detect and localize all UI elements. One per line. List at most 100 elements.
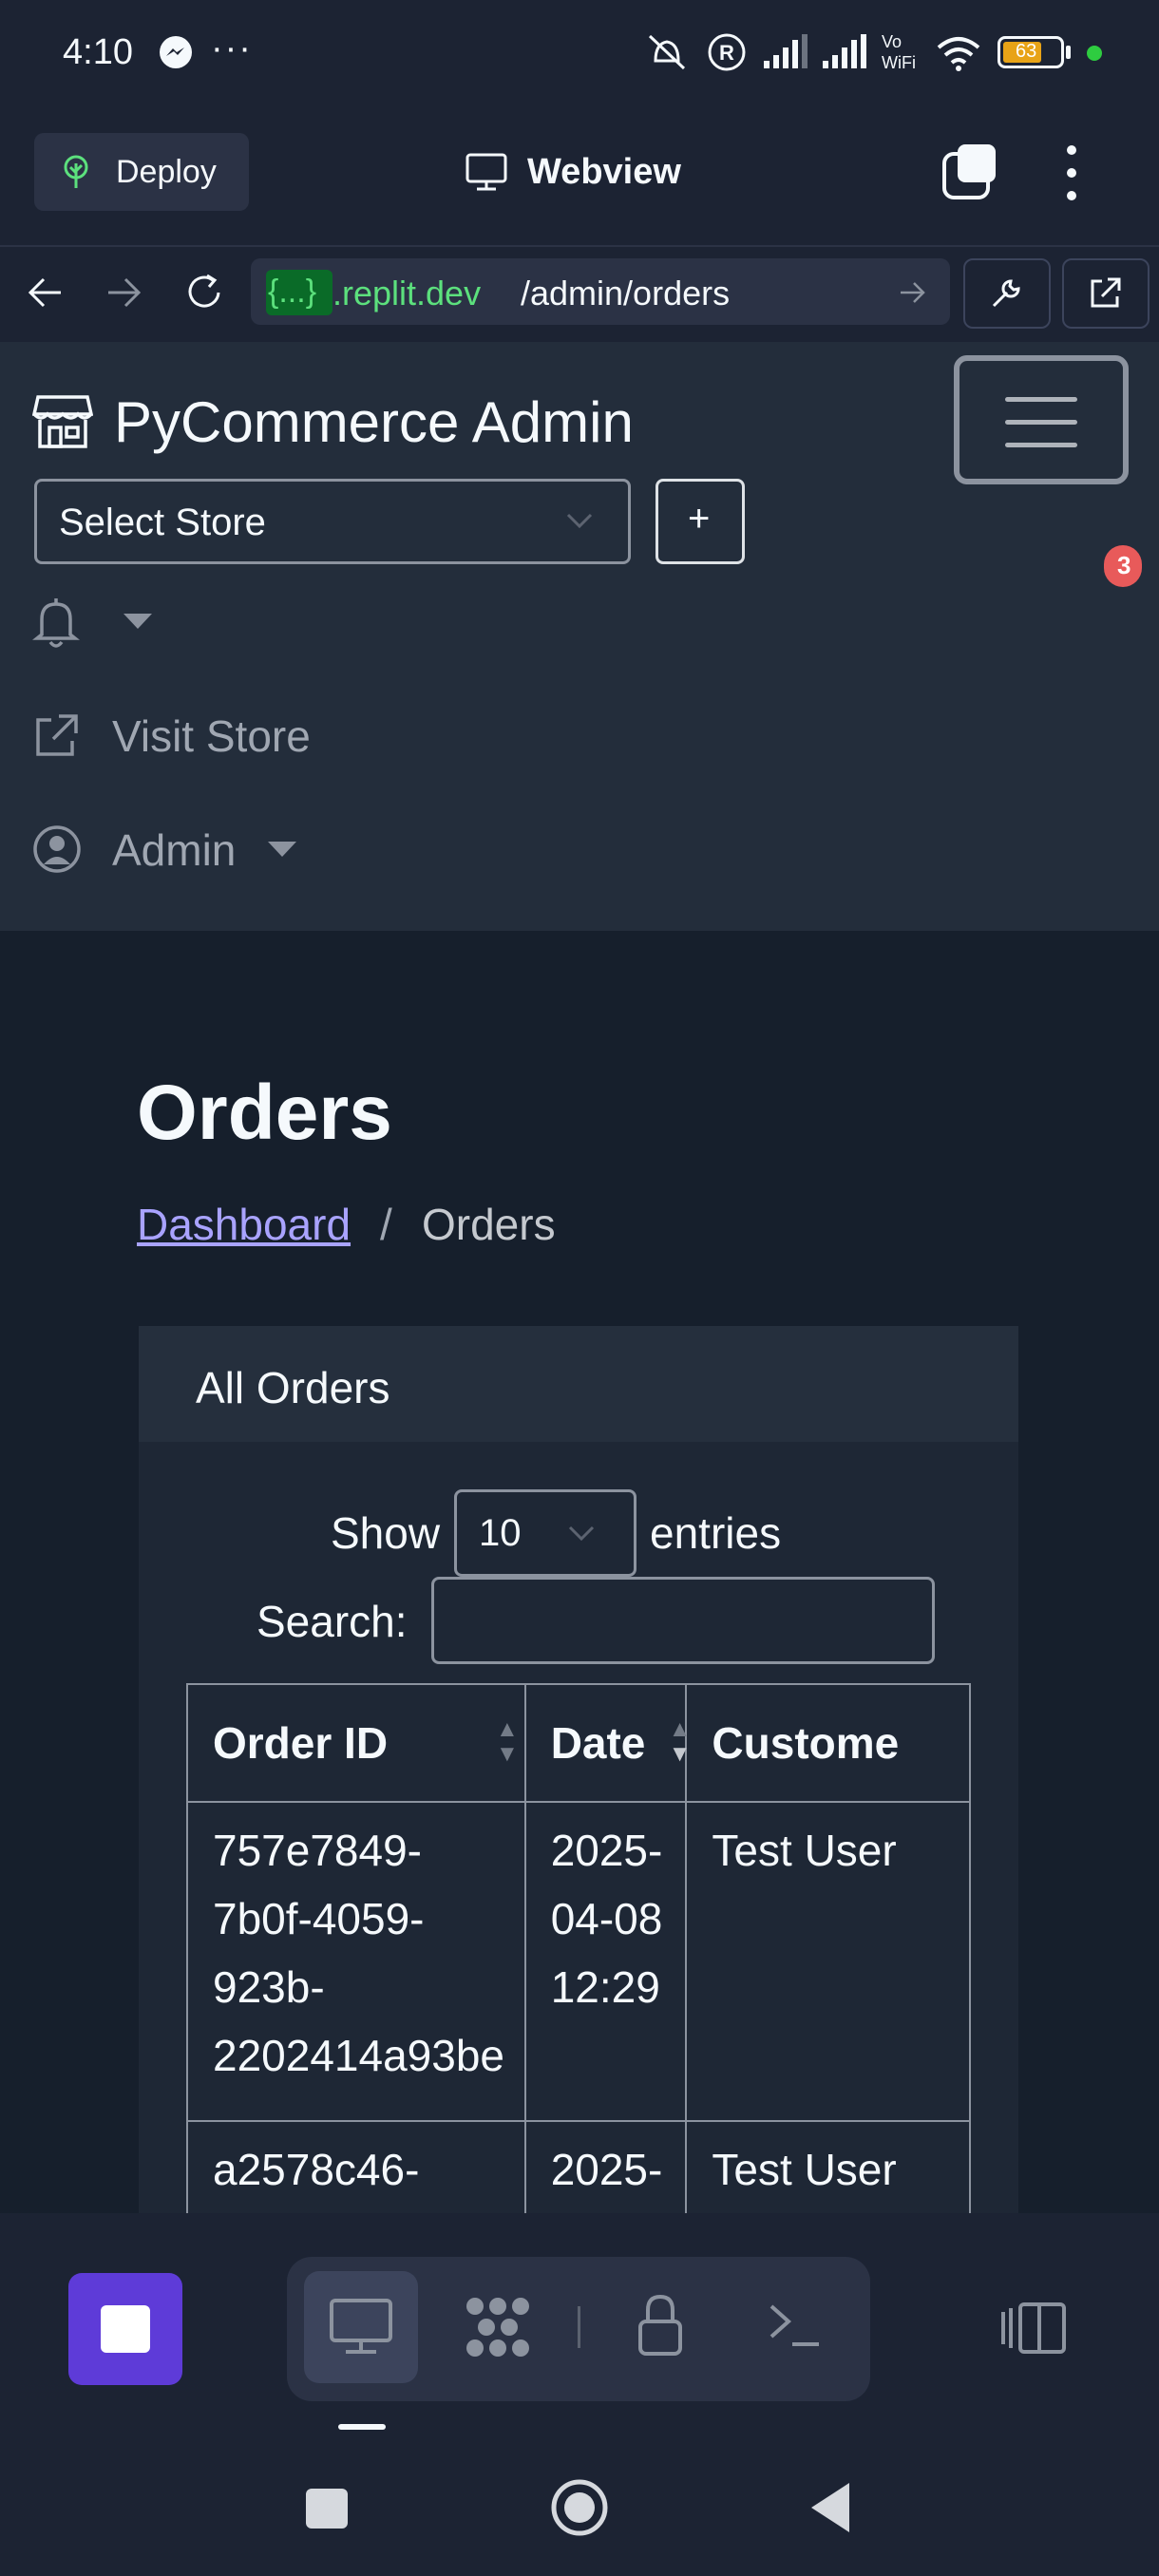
visit-store-link[interactable]: Visit Store bbox=[112, 710, 311, 762]
home-circle-icon[interactable] bbox=[549, 2477, 610, 2538]
sort-icon: ▲ ▼ bbox=[496, 1716, 519, 1767]
orders-table: Order ID ▲ ▼ Date ▲ ▼ Custome 757e7849- 7b… bbox=[186, 1683, 971, 2213]
battery-icon: 63 bbox=[998, 36, 1064, 68]
deploy-label: Deploy bbox=[116, 154, 217, 190]
breadcrumb-current: Orders bbox=[422, 1200, 556, 1249]
date-cell: 2025- bbox=[523, 2120, 688, 2213]
caret-down-icon[interactable] bbox=[122, 612, 154, 631]
table-row[interactable]: 757e7849- 7b0f-4059- 923b- 2202414a93be … bbox=[186, 1801, 971, 2122]
external-link-icon bbox=[36, 714, 78, 756]
wifi-icon bbox=[937, 37, 980, 71]
customer-cell: Test User bbox=[685, 2120, 971, 2213]
messenger-icon bbox=[160, 36, 192, 68]
orders-card-title: All Orders bbox=[196, 1363, 390, 1412]
chevron-down-icon bbox=[566, 513, 593, 529]
terminal-icon[interactable] bbox=[768, 2299, 823, 2350]
column-header-date[interactable]: Date ▲ ▼ bbox=[523, 1683, 691, 1803]
order-id-cell: 757e7849- 7b0f-4059- 923b- 2202414a93be bbox=[186, 1801, 526, 2122]
battery-tip bbox=[1066, 46, 1071, 59]
svg-text:WiFi: WiFi bbox=[882, 53, 916, 72]
column-header-label: Order ID bbox=[213, 1718, 389, 1768]
breadcrumb-separator: / bbox=[380, 1200, 392, 1249]
devtools-button[interactable] bbox=[963, 258, 1051, 329]
kebab-menu-icon[interactable] bbox=[1054, 142, 1089, 203]
user-circle-icon bbox=[33, 825, 81, 873]
admin-menu[interactable]: Admin bbox=[112, 824, 236, 876]
back-arrow-icon[interactable] bbox=[27, 274, 65, 312]
date-cell: 2025- 04-08 12:29 bbox=[523, 1801, 688, 2122]
back-triangle-icon[interactable] bbox=[808, 2481, 853, 2534]
date-text: 2025- bbox=[550, 2145, 663, 2194]
monitor-icon bbox=[330, 2299, 392, 2354]
show-label: Show bbox=[331, 1508, 441, 1558]
chevron-down-icon bbox=[568, 1525, 595, 1542]
table-search-input[interactable] bbox=[431, 1577, 935, 1664]
vowifi-icon: Vo WiFi bbox=[882, 32, 916, 72]
date-text: 04-08 bbox=[550, 1894, 663, 1943]
url-host: .replit.dev bbox=[332, 274, 482, 313]
table-row[interactable]: a2578c46- 2025- Test User bbox=[186, 2120, 971, 2213]
forward-arrow-icon[interactable] bbox=[104, 274, 142, 312]
divider bbox=[578, 2306, 580, 2348]
column-header-label: Date bbox=[550, 1718, 646, 1768]
hamburger-icon-line bbox=[1005, 443, 1077, 447]
webview-title: Webview bbox=[527, 152, 681, 192]
registered-icon: R bbox=[708, 33, 746, 71]
column-header-order-id[interactable]: Order ID ▲ ▼ bbox=[186, 1683, 526, 1803]
wrench-icon bbox=[992, 279, 1020, 308]
add-store-label: + bbox=[688, 498, 711, 540]
order-id-text: 757e7849- bbox=[213, 1826, 422, 1875]
open-new-tab-button[interactable] bbox=[1062, 258, 1150, 329]
order-id-text: 7b0f-4059- bbox=[213, 1894, 425, 1943]
customer-text: Test User bbox=[712, 1826, 897, 1875]
url-path: /admin/orders bbox=[521, 274, 731, 313]
hamburger-icon-line bbox=[1005, 420, 1077, 425]
svg-text:Vo: Vo bbox=[882, 32, 902, 51]
column-header-customer[interactable]: Custome bbox=[685, 1683, 971, 1803]
lock-icon[interactable] bbox=[635, 2293, 686, 2359]
orders-table-wrapper[interactable]: Order ID ▲ ▼ Date ▲ ▼ Custome 757e7849- 7b… bbox=[186, 1683, 971, 2213]
reload-icon[interactable] bbox=[184, 272, 226, 313]
customer-text: Test User bbox=[712, 2145, 897, 2194]
order-id-text: 923b- bbox=[213, 1962, 325, 2012]
external-link-icon bbox=[1091, 277, 1121, 308]
caret-down-icon[interactable] bbox=[266, 840, 298, 859]
column-header-label: Custome bbox=[712, 1718, 900, 1768]
status-more-icon: ··· bbox=[211, 28, 253, 68]
customer-cell: Test User bbox=[685, 1801, 971, 2122]
entries-label: entries bbox=[650, 1508, 782, 1558]
date-text: 2025- bbox=[550, 1826, 663, 1875]
store-select-value: Select Store bbox=[59, 502, 266, 543]
status-bar: 4:10 ··· R Vo WiFi 63 bbox=[0, 0, 1159, 104]
order-id-text: 2202414a93be bbox=[213, 2031, 504, 2080]
notification-count: 3 bbox=[1117, 551, 1131, 579]
host-badge-label: {...} bbox=[268, 274, 317, 310]
go-arrow-icon[interactable] bbox=[897, 277, 927, 308]
breadcrumb-dashboard-link[interactable]: Dashboard bbox=[137, 1199, 351, 1250]
svg-text:R: R bbox=[719, 41, 734, 65]
site-brand[interactable]: PyCommerce Admin bbox=[114, 389, 634, 455]
table-header-row: Order ID ▲ ▼ Date ▲ ▼ Custome bbox=[186, 1683, 971, 1803]
order-id-text: a2578c46- bbox=[213, 2145, 420, 2194]
tabs-icon[interactable] bbox=[940, 142, 999, 201]
signal-icon-1 bbox=[764, 34, 808, 68]
status-time: 4:10 bbox=[63, 32, 133, 72]
mute-icon bbox=[648, 34, 686, 70]
recents-square-icon[interactable] bbox=[306, 2489, 348, 2529]
signal-icon-2 bbox=[823, 34, 866, 68]
search-label: Search: bbox=[256, 1597, 408, 1646]
page-title: Orders bbox=[137, 1070, 392, 1156]
stop-icon bbox=[101, 2305, 150, 2353]
storefront-icon bbox=[32, 395, 93, 448]
page-length-value: 10 bbox=[479, 1512, 522, 1554]
network-icon[interactable] bbox=[462, 2295, 534, 2359]
active-pane-indicator bbox=[338, 2424, 386, 2430]
panel-layout-icon[interactable] bbox=[999, 2299, 1068, 2356]
sort-icon: ▲ ▼ bbox=[668, 1716, 692, 1767]
battery-level: 63 bbox=[1016, 41, 1037, 62]
bell-icon[interactable] bbox=[32, 597, 80, 650]
deploy-tree-icon bbox=[64, 155, 88, 188]
monitor-icon bbox=[466, 153, 507, 191]
privacy-dot bbox=[1087, 46, 1102, 61]
date-text: 12:29 bbox=[550, 1962, 660, 2012]
